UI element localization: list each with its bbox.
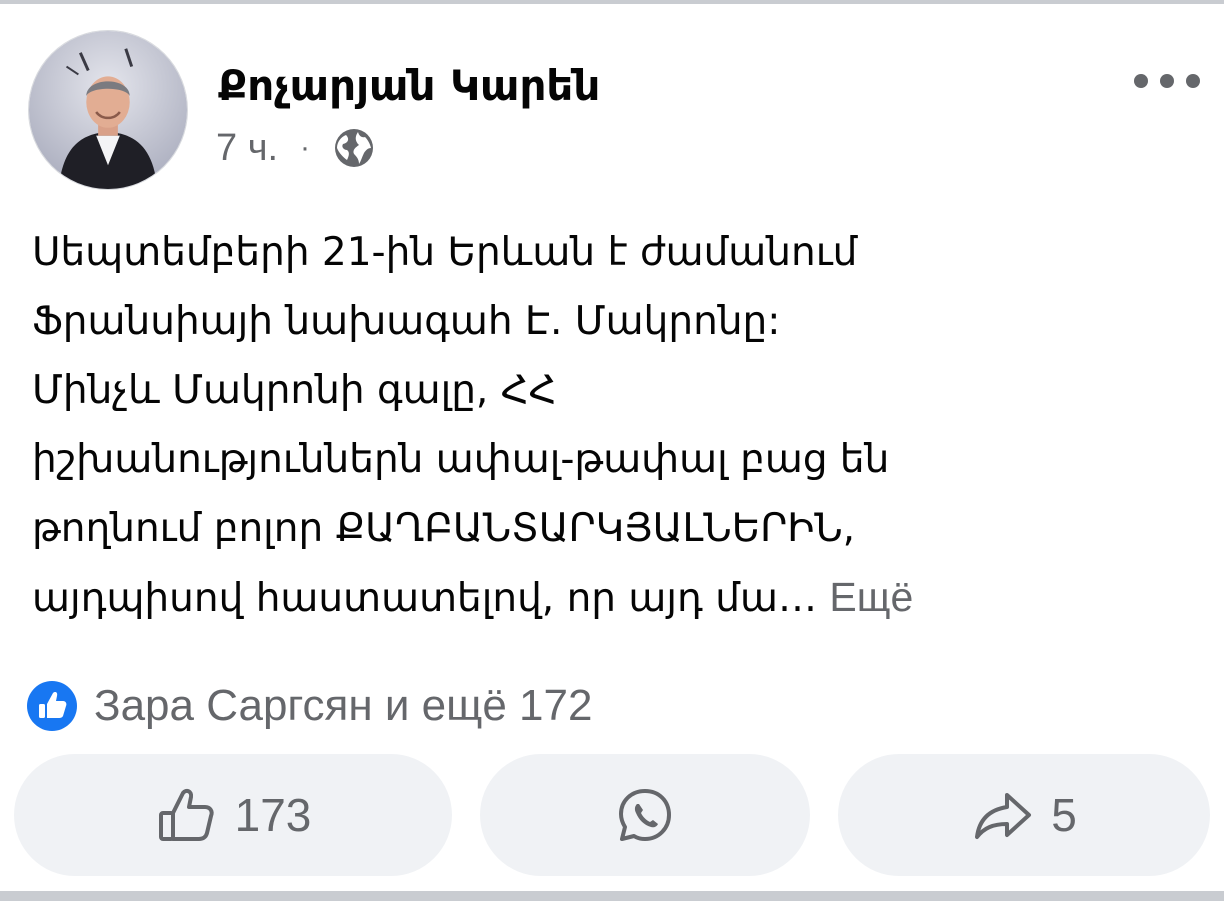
author-avatar[interactable] xyxy=(28,30,188,190)
post-text-line: իշխանություններն ափալ-թափալ բաց են xyxy=(32,437,890,482)
post-meta: 7 ч. · xyxy=(216,122,376,174)
post-body: Սեպտեմբերի 21-ին Երևան է ժամանում Ֆրանսի… xyxy=(32,218,1192,633)
like-badge-icon xyxy=(27,681,77,731)
post-text-line: Մինչև Մակրոնի գալը, ՀՀ xyxy=(32,368,557,413)
post-text-line: թողնում բոլոր ՔԱՂԲԱՆՏԱՐԿՅԱԼՆԵՐԻՆ, xyxy=(32,506,856,551)
whatsapp-icon xyxy=(619,789,671,841)
see-more-link[interactable]: Ещё xyxy=(829,574,913,620)
like-count: 173 xyxy=(234,789,312,841)
post-time[interactable]: 7 ч. xyxy=(216,127,278,170)
post-text-last-line: այդպիսով հաստատելով, որ այդ մա… Ещё xyxy=(32,563,1192,633)
share-count: 5 xyxy=(1051,789,1077,841)
like-button[interactable]: 173 xyxy=(14,754,452,876)
meta-separator: · xyxy=(300,131,311,164)
share-button[interactable]: 5 xyxy=(838,754,1210,876)
thumbs-up-icon xyxy=(158,788,214,841)
more-dots-icon xyxy=(1134,74,1148,88)
top-divider xyxy=(0,0,1224,4)
share-arrow-icon xyxy=(975,793,1032,839)
reaction-summary-text: Зара Саргсян и ещё 172 xyxy=(94,681,593,730)
reaction-summary[interactable]: Зара Саргсян и ещё 172 xyxy=(26,676,592,736)
globe-icon[interactable] xyxy=(332,126,376,170)
post-text-line: Ֆրանսիայի նախագահ Է. Մակրոնը: xyxy=(32,299,781,344)
whatsapp-share-button[interactable] xyxy=(480,754,810,876)
avatar-image xyxy=(29,31,187,189)
more-options-button[interactable] xyxy=(1134,66,1200,96)
post-text-line: Սեպտեմբերի 21-ին Երևան է ժամանում xyxy=(32,230,858,275)
author-name[interactable]: Քոչարյան Կարեն xyxy=(218,58,600,114)
post-text-line: այդպիսով հաստատելով, որ այդ մա… xyxy=(32,576,817,621)
bottom-divider xyxy=(0,891,1224,901)
